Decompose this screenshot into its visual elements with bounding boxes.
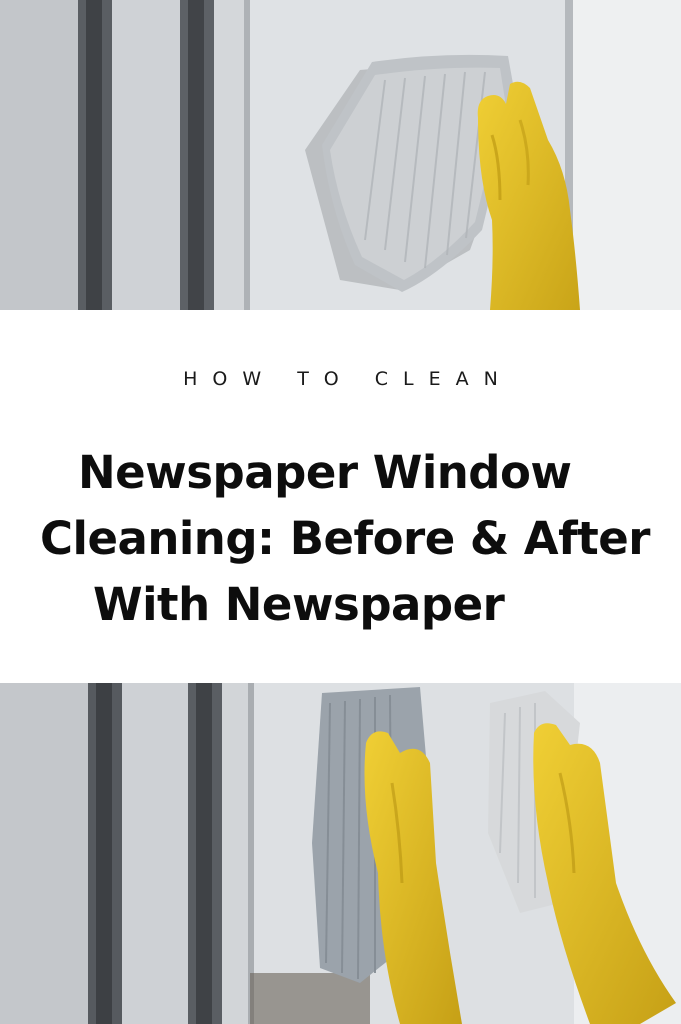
headline-line-1: Newspaper Window (78, 446, 572, 499)
window-cleaning-photo-top (0, 0, 681, 310)
headline-line-2: Cleaning: Before & After (40, 512, 650, 565)
top-photo (0, 0, 681, 310)
headline-line-3: With Newspaper (93, 578, 505, 631)
bottom-photo (0, 683, 681, 1024)
window-cleaning-photo-bottom (0, 683, 681, 1024)
kicker-text: HOW TO CLEAN (183, 368, 513, 390)
headline: Newspaper Window Cleaning: Before & Afte… (0, 440, 681, 638)
